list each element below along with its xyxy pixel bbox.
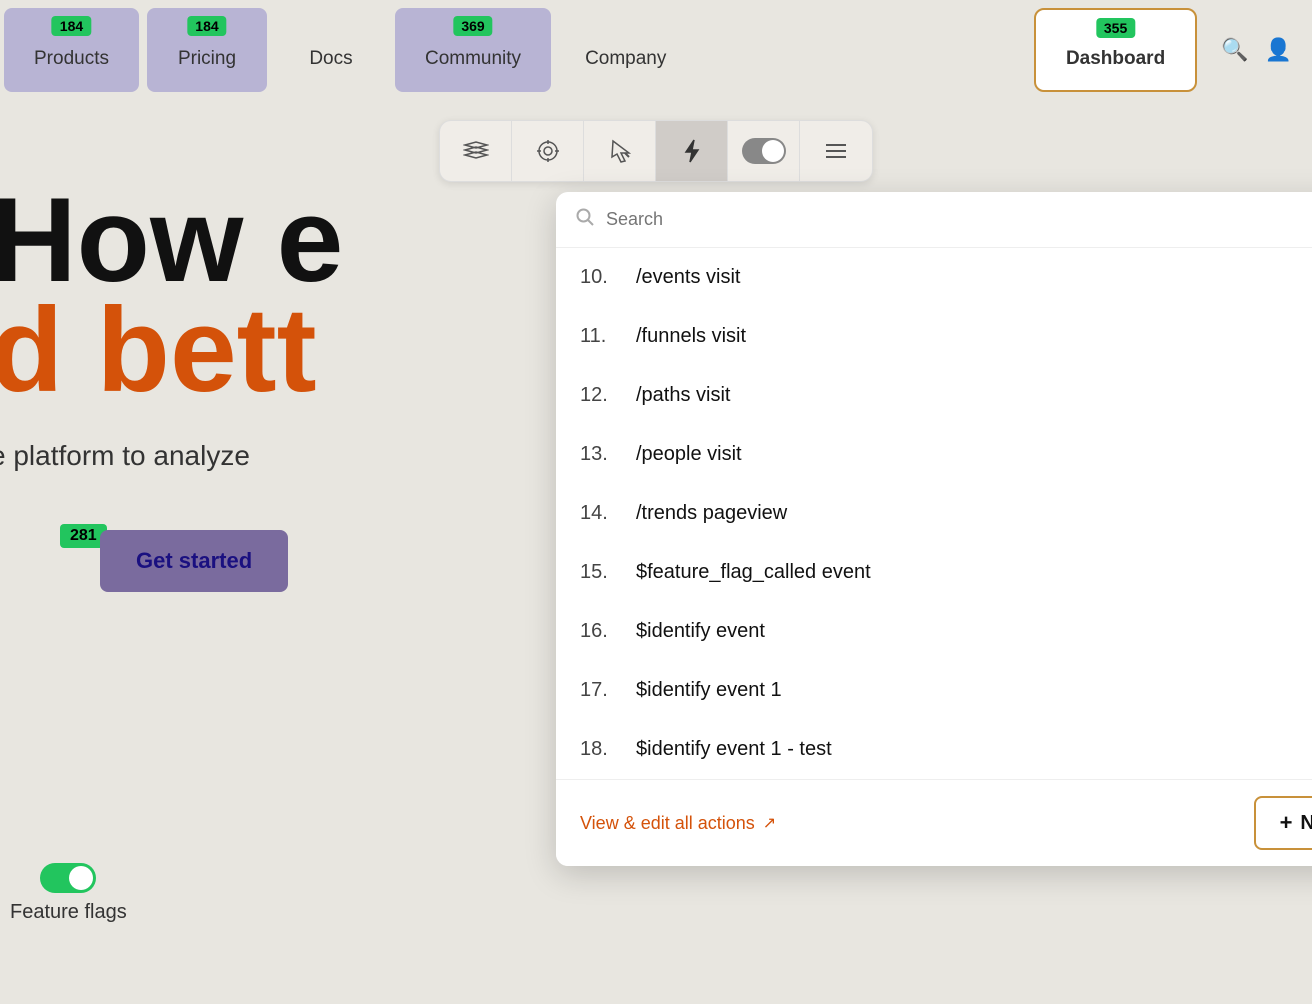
nav-item-pricing[interactable]: 184 Pricing bbox=[147, 8, 267, 92]
action-item-11[interactable]: 11. /funnels visit bbox=[556, 307, 1312, 366]
external-link-icon: ↗ bbox=[763, 813, 776, 833]
action-text-17: $identify event 1 bbox=[636, 679, 782, 702]
hero-line2: d bett bbox=[0, 290, 317, 410]
nav-badge-community: 369 bbox=[453, 16, 492, 36]
action-text-14: /trends pageview bbox=[636, 502, 787, 525]
action-num-10: 10. bbox=[580, 266, 620, 289]
hero-subtext: e platform to analyze bbox=[0, 440, 250, 472]
action-num-12: 12. bbox=[580, 384, 620, 407]
get-started-button[interactable]: Get started bbox=[100, 530, 288, 592]
action-num-14: 14. bbox=[580, 502, 620, 525]
action-num-11: 11. bbox=[580, 325, 620, 348]
action-text-15: $feature_flag_called event bbox=[636, 561, 871, 584]
view-edit-label: View & edit all actions bbox=[580, 813, 755, 834]
nav-label-products: Products bbox=[34, 48, 109, 70]
action-item-13[interactable]: 13. /people visit bbox=[556, 425, 1312, 484]
plus-icon: + bbox=[1280, 810, 1293, 836]
toolbar-toggle-button[interactable] bbox=[728, 121, 800, 181]
nav-item-docs[interactable]: Docs bbox=[271, 0, 391, 100]
action-item-18[interactable]: 18. $identify event 1 - test bbox=[556, 720, 1312, 779]
feature-flags-toggle[interactable] bbox=[40, 863, 96, 893]
nav-label-dashboard: Dashboard bbox=[1066, 48, 1165, 70]
action-item-16[interactable]: 16. $identify event bbox=[556, 602, 1312, 661]
nav-label-company: Company bbox=[585, 48, 666, 70]
nav-item-company[interactable]: Company bbox=[555, 0, 696, 100]
feature-flags-area: Feature flags bbox=[10, 863, 127, 924]
action-text-18: $identify event 1 - test bbox=[636, 738, 832, 761]
action-item-17[interactable]: 17. $identify event 1 bbox=[556, 661, 1312, 720]
view-edit-link[interactable]: View & edit all actions ↗ bbox=[580, 813, 776, 834]
toolbar-layers-button[interactable] bbox=[440, 121, 512, 181]
toolbar-toggle-knob bbox=[762, 140, 784, 162]
actions-dropdown: 10. /events visit 11. /funnels visit 12.… bbox=[556, 192, 1312, 866]
search-icon[interactable]: 🔍 bbox=[1221, 37, 1248, 63]
toggle-knob bbox=[69, 866, 93, 890]
toolbar-target-button[interactable] bbox=[512, 121, 584, 181]
nav-label-community: Community bbox=[425, 48, 521, 70]
nav-item-dashboard[interactable]: 355 Dashboard bbox=[1034, 8, 1197, 92]
action-text-16: $identify event bbox=[636, 620, 765, 643]
nav-label-pricing: Pricing bbox=[178, 48, 236, 70]
nav-icons: 🔍 👤 bbox=[1201, 0, 1312, 100]
action-num-18: 18. bbox=[580, 738, 620, 761]
new-action-label: New action bbox=[1300, 812, 1312, 835]
toolbar-cursor-button[interactable] bbox=[584, 121, 656, 181]
search-icon bbox=[576, 208, 594, 231]
feature-flags-label: Feature flags bbox=[10, 901, 127, 924]
action-text-13: /people visit bbox=[636, 443, 742, 466]
action-item-12[interactable]: 12. /paths visit bbox=[556, 366, 1312, 425]
action-text-10: /events visit bbox=[636, 266, 740, 289]
action-num-17: 17. bbox=[580, 679, 620, 702]
new-action-button[interactable]: + New action bbox=[1254, 796, 1312, 850]
search-input[interactable] bbox=[606, 209, 1312, 230]
action-item-10[interactable]: 10. /events visit bbox=[556, 248, 1312, 307]
action-text-11: /funnels visit bbox=[636, 325, 746, 348]
action-num-13: 13. bbox=[580, 443, 620, 466]
nav-item-products[interactable]: 184 Products bbox=[4, 8, 139, 92]
toolbar-menu-button[interactable] bbox=[800, 121, 872, 181]
navigation: 184 Products 184 Pricing Docs 369 Commun… bbox=[0, 0, 1312, 100]
search-bar bbox=[556, 192, 1312, 248]
nav-badge-pricing: 184 bbox=[187, 16, 226, 36]
nav-badge-dashboard: 355 bbox=[1096, 18, 1135, 38]
action-num-16: 16. bbox=[580, 620, 620, 643]
action-item-15[interactable]: 15. $feature_flag_called event bbox=[556, 543, 1312, 602]
toolbar-lightning-button[interactable] bbox=[656, 121, 728, 181]
nav-spacer bbox=[696, 0, 1030, 100]
action-list: 10. /events visit 11. /funnels visit 12.… bbox=[556, 248, 1312, 779]
nav-badge-products: 184 bbox=[52, 16, 91, 36]
nav-item-community[interactable]: 369 Community bbox=[395, 8, 551, 92]
action-text-12: /paths visit bbox=[636, 384, 730, 407]
toolbar bbox=[439, 120, 873, 182]
hero-line1: How e bbox=[0, 180, 343, 300]
user-icon[interactable]: 👤 bbox=[1265, 37, 1292, 63]
nav-label-docs: Docs bbox=[309, 48, 352, 70]
toolbar-toggle-track bbox=[742, 138, 786, 164]
action-num-15: 15. bbox=[580, 561, 620, 584]
action-item-14[interactable]: 14. /trends pageview bbox=[556, 484, 1312, 543]
dropdown-footer: View & edit all actions ↗ + New action bbox=[556, 779, 1312, 866]
